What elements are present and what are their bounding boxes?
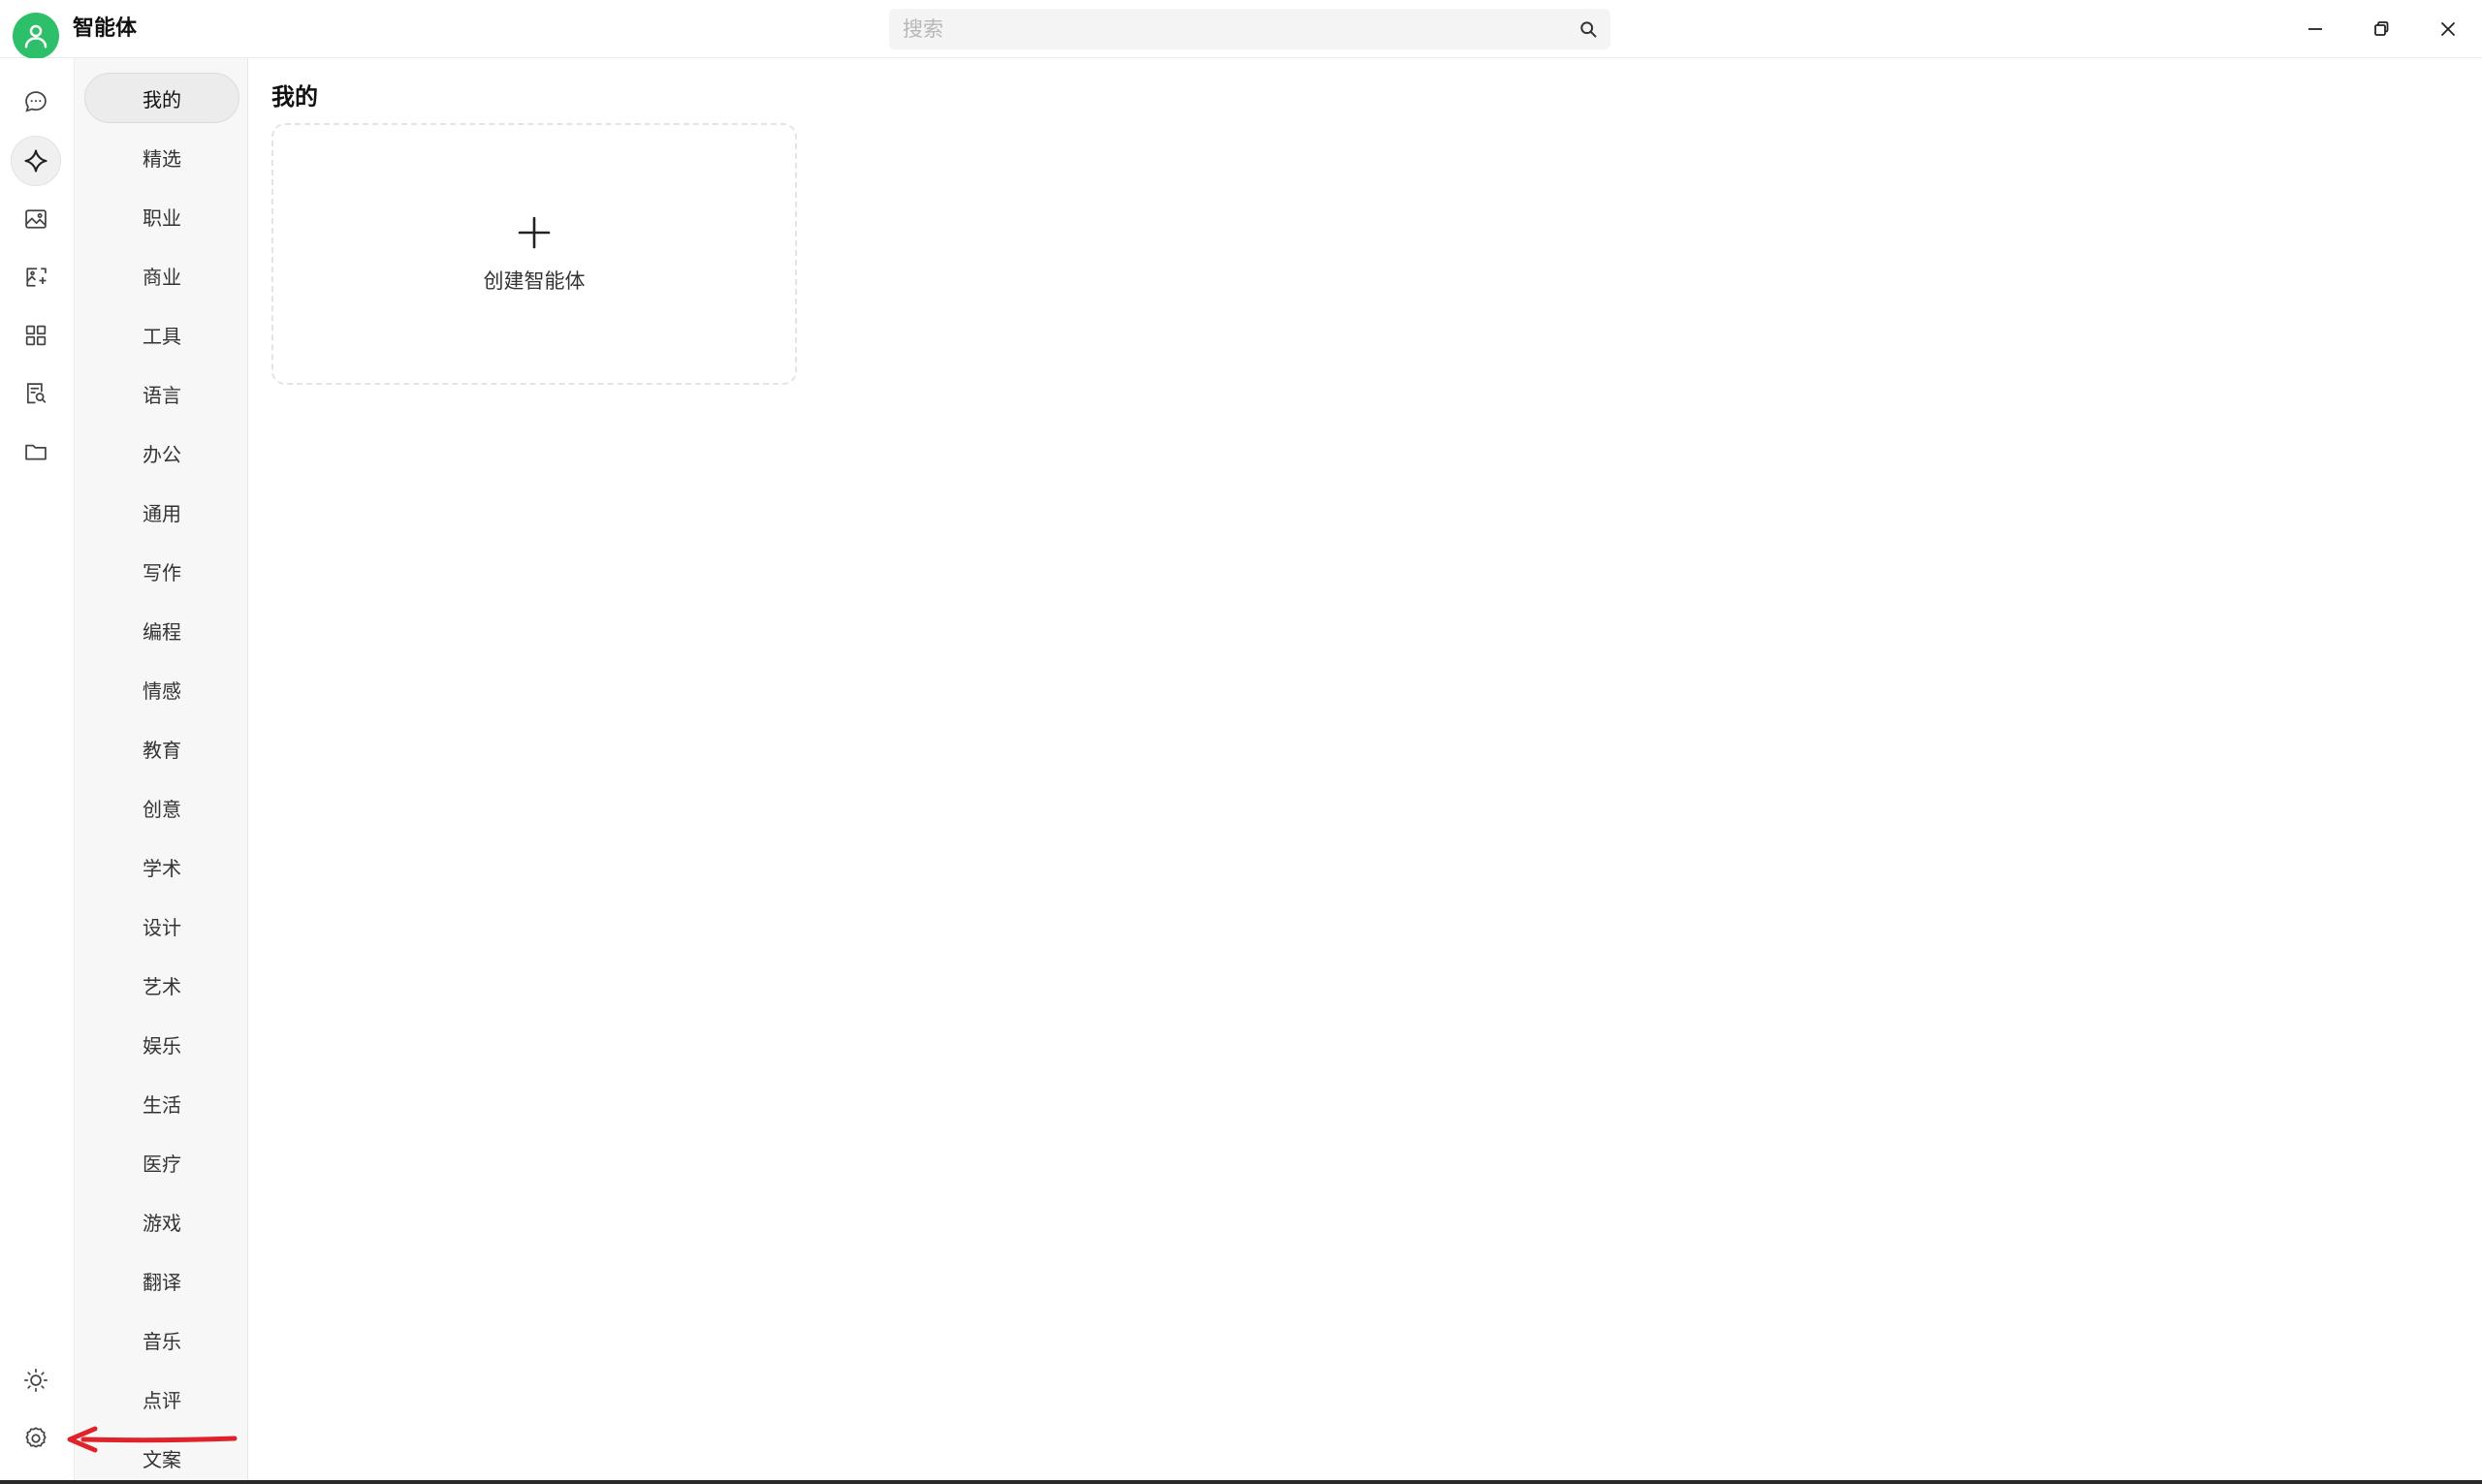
minimize-icon bbox=[2308, 28, 2322, 30]
search-icon[interactable] bbox=[1575, 16, 1601, 42]
rail-theme[interactable] bbox=[11, 1355, 61, 1405]
nav-rail bbox=[0, 58, 74, 1481]
category-item[interactable]: 写作 bbox=[84, 546, 239, 596]
category-label: 职业 bbox=[143, 205, 181, 230]
rail-folder[interactable] bbox=[11, 426, 61, 477]
category-label: 语言 bbox=[143, 383, 181, 407]
search-input[interactable] bbox=[901, 16, 1575, 42]
grid-icon bbox=[25, 325, 47, 346]
category-label: 精选 bbox=[143, 146, 181, 171]
category-item[interactable]: 通用 bbox=[84, 487, 239, 537]
annotation-arrow bbox=[67, 1426, 238, 1453]
rail-image[interactable] bbox=[11, 194, 61, 244]
sparkle-icon bbox=[24, 149, 48, 173]
category-item[interactable]: 医疗 bbox=[84, 1137, 239, 1187]
category-label: 写作 bbox=[143, 560, 181, 584]
category-item[interactable]: 教育 bbox=[84, 723, 239, 774]
category-label: 音乐 bbox=[143, 1329, 181, 1353]
category-label: 编程 bbox=[143, 619, 181, 644]
minimize-button[interactable] bbox=[2296, 10, 2335, 48]
restore-button[interactable] bbox=[2362, 10, 2401, 48]
category-item[interactable]: 艺术 bbox=[84, 960, 239, 1010]
chat-bubble-icon bbox=[25, 91, 47, 112]
category-item[interactable]: 翻译 bbox=[84, 1255, 239, 1306]
close-button[interactable] bbox=[2429, 10, 2467, 48]
image-icon bbox=[25, 209, 47, 229]
category-item[interactable]: 音乐 bbox=[84, 1314, 239, 1365]
category-item[interactable]: 办公 bbox=[84, 427, 239, 478]
category-label: 设计 bbox=[143, 915, 181, 939]
rail-image-edit[interactable] bbox=[11, 252, 61, 302]
category-item[interactable]: 点评 bbox=[84, 1373, 239, 1424]
category-item[interactable]: 娱乐 bbox=[84, 1019, 239, 1069]
create-agent-label: 创建智能体 bbox=[483, 269, 586, 293]
category-label: 娱乐 bbox=[143, 1033, 181, 1058]
category-label: 商业 bbox=[143, 265, 181, 289]
bottom-border bbox=[0, 1480, 2482, 1484]
image-edit-icon bbox=[26, 268, 47, 287]
category-label: 创意 bbox=[143, 797, 181, 821]
rail-settings[interactable] bbox=[11, 1413, 61, 1464]
category-label: 游戏 bbox=[143, 1211, 181, 1235]
category-item[interactable]: 工具 bbox=[84, 309, 239, 360]
category-label: 医疗 bbox=[143, 1152, 181, 1176]
rail-apps[interactable] bbox=[11, 310, 61, 361]
gear-icon bbox=[25, 1427, 47, 1448]
category-label: 教育 bbox=[143, 738, 181, 762]
category-label: 学术 bbox=[143, 856, 181, 880]
folder-icon bbox=[25, 444, 47, 460]
category-label: 工具 bbox=[143, 324, 181, 348]
category-item[interactable]: 语言 bbox=[84, 368, 239, 419]
category-label: 办公 bbox=[143, 442, 181, 466]
close-icon bbox=[2441, 22, 2455, 36]
category-item[interactable]: 职业 bbox=[84, 191, 239, 241]
category-item[interactable]: 设计 bbox=[84, 900, 239, 951]
app-title: 智能体 bbox=[73, 16, 138, 41]
category-label: 翻译 bbox=[143, 1270, 181, 1294]
category-item-mine[interactable]: 我的 bbox=[84, 73, 239, 123]
search-bar[interactable] bbox=[889, 9, 1610, 49]
category-label: 情感 bbox=[143, 679, 181, 703]
avatar[interactable] bbox=[13, 13, 59, 59]
category-item[interactable]: 情感 bbox=[84, 664, 239, 714]
category-item[interactable]: 游戏 bbox=[84, 1196, 239, 1247]
user-icon bbox=[24, 24, 48, 48]
category-label: 生活 bbox=[143, 1092, 181, 1117]
category-label: 点评 bbox=[143, 1388, 181, 1412]
category-item[interactable]: 生活 bbox=[84, 1078, 239, 1128]
plus-icon bbox=[515, 213, 554, 252]
sun-icon bbox=[24, 1369, 48, 1392]
category-label: 通用 bbox=[143, 501, 181, 525]
category-sidebar: 我的 精选 职业 商业 工具 语言 办公 通用 写作 编程 情感 教育 创意 学… bbox=[74, 58, 248, 1481]
category-label: 艺术 bbox=[143, 974, 181, 998]
rail-chat[interactable] bbox=[11, 77, 61, 127]
rail-doc-search[interactable] bbox=[11, 368, 61, 419]
document-search-icon bbox=[26, 383, 47, 404]
title-bar: 智能体 bbox=[0, 0, 2482, 59]
app-window: 智能体 搜索 我的 精选 职业 商业 工具 语言 办公 通用 写作 编程 情感 … bbox=[0, 0, 2482, 1484]
main-content: 我的 创建智能体 bbox=[248, 58, 2482, 1481]
category-item[interactable]: 编程 bbox=[84, 605, 239, 655]
category-label: 我的 bbox=[143, 87, 181, 111]
category-item[interactable]: 精选 bbox=[84, 132, 239, 182]
create-agent-card[interactable]: 创建智能体 bbox=[271, 123, 797, 385]
category-item[interactable]: 创意 bbox=[84, 782, 239, 833]
rail-agents[interactable] bbox=[11, 136, 61, 186]
category-item[interactable]: 学术 bbox=[84, 841, 239, 892]
category-item[interactable]: 商业 bbox=[84, 250, 239, 300]
section-title: 我的 bbox=[271, 83, 318, 111]
restore-icon bbox=[2374, 21, 2389, 36]
